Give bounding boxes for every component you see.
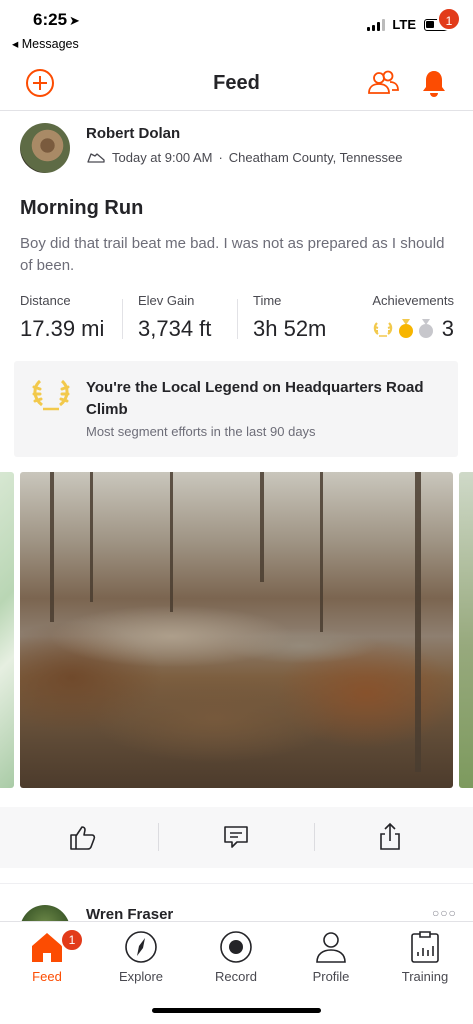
tab-explore[interactable]: Explore xyxy=(94,922,188,992)
training-icon xyxy=(411,931,439,963)
activity-stats: Distance 17.39 mi Elev Gain 3,734 ft Tim… xyxy=(20,293,454,345)
athlete-name[interactable]: Robert Dolan xyxy=(86,125,180,142)
stat-value: 3h 52m xyxy=(253,316,327,341)
achievements-count: 3 xyxy=(441,316,454,341)
feed-badge: 1 xyxy=(60,928,84,952)
photo-tree xyxy=(260,472,264,582)
tab-label: Training xyxy=(401,969,449,984)
local-legend-card[interactable]: You're the Local Legend on Headquarters … xyxy=(14,361,458,457)
stat-time: Time 3h 52m xyxy=(253,293,326,342)
location-arrow-icon: ➤ xyxy=(69,13,80,28)
local-legend-title: You're the Local Legend on Headquarters … xyxy=(86,379,424,418)
photo-tree xyxy=(50,472,54,622)
photo-tree xyxy=(90,472,93,602)
tab-label: Feed xyxy=(32,969,62,984)
home-icon xyxy=(32,933,62,962)
next-photo-thumbnail[interactable] xyxy=(459,472,473,788)
local-legend-subtitle: Most segment efforts in the last 90 days xyxy=(86,424,316,439)
back-to-app-link[interactable]: ◂ Messages xyxy=(12,36,79,51)
action-divider xyxy=(314,823,315,851)
stat-value: 17.39 mi xyxy=(20,316,105,341)
comment-icon[interactable] xyxy=(219,820,253,854)
athlete-avatar[interactable] xyxy=(20,123,70,173)
stat-distance: Distance 17.39 mi xyxy=(20,293,104,342)
stat-divider xyxy=(122,299,123,339)
stat-value: 3,734 ft xyxy=(138,316,212,341)
stat-label: Time xyxy=(253,293,282,308)
network-type: LTE xyxy=(392,17,416,32)
activity-photo[interactable] xyxy=(20,472,453,788)
activity-actions xyxy=(0,807,473,868)
map-thumbnail[interactable] xyxy=(0,472,14,788)
action-divider xyxy=(158,823,159,851)
stat-elevation: Elev Gain 3,734 ft xyxy=(138,293,211,342)
tab-label: Record xyxy=(215,969,257,984)
activity-description: Boy did that trail beat me bad. I was no… xyxy=(20,235,445,274)
photo-tree xyxy=(415,472,421,772)
stat-divider xyxy=(237,299,238,339)
running-shoe-icon xyxy=(87,152,105,163)
stat-achievements: Achievements 3 xyxy=(372,293,454,342)
activity-timestamp: Today at 9:00 AM xyxy=(112,150,213,165)
laurel-icon xyxy=(373,322,392,337)
page-title: Feed xyxy=(213,72,260,94)
record-icon xyxy=(220,931,252,963)
feed-header: Feed xyxy=(0,56,473,111)
status-bar: 6:25 ➤ ◂ Messages LTE xyxy=(0,0,473,56)
thumbs-up-icon[interactable] xyxy=(65,820,99,854)
back-to-app-label: Messages xyxy=(21,37,79,51)
signal-icon xyxy=(367,18,386,31)
athlete-avatar[interactable] xyxy=(20,905,70,921)
laurel-icon xyxy=(32,379,70,411)
photo-tree xyxy=(170,472,173,612)
silver-medal-icon xyxy=(418,319,433,338)
clock-text: 6:25 xyxy=(33,10,68,29)
photo-tree xyxy=(320,472,323,632)
more-options-icon[interactable]: ○○○ xyxy=(432,906,457,920)
tab-profile[interactable]: Profile xyxy=(284,922,378,992)
stat-label: Distance xyxy=(20,293,71,308)
profile-icon xyxy=(316,932,346,963)
stat-label: Achievements xyxy=(372,293,454,308)
notifications-bell-icon[interactable] xyxy=(418,67,450,99)
tab-record[interactable]: Record xyxy=(189,922,283,992)
tab-label: Explore xyxy=(118,969,164,984)
athlete-name[interactable]: Wren Fraser xyxy=(86,906,173,921)
achievements-value: 3 xyxy=(372,316,454,342)
tab-training[interactable]: Training xyxy=(378,922,472,992)
activity-meta: Today at 9:00 AM · Cheatham County, Tenn… xyxy=(86,150,402,165)
notification-badge: 1 xyxy=(437,7,461,31)
tab-feed[interactable]: 1 Feed xyxy=(0,922,94,992)
share-icon[interactable] xyxy=(373,820,407,854)
meta-separator: · xyxy=(218,150,223,165)
find-friends-icon[interactable] xyxy=(367,68,399,98)
home-indicator xyxy=(152,1008,321,1013)
compass-icon xyxy=(125,931,157,963)
next-feed-entry[interactable]: Wren Fraser ○○○ xyxy=(0,883,473,921)
status-time: 6:25 ➤ xyxy=(33,10,80,30)
activity-title[interactable]: Morning Run xyxy=(20,197,143,220)
tab-label: Profile xyxy=(312,969,350,984)
activity-location: Cheatham County, Tennessee xyxy=(228,150,403,165)
stat-label: Elev Gain xyxy=(138,293,195,308)
battery-fill xyxy=(426,20,434,28)
gold-medal-icon xyxy=(398,319,413,338)
